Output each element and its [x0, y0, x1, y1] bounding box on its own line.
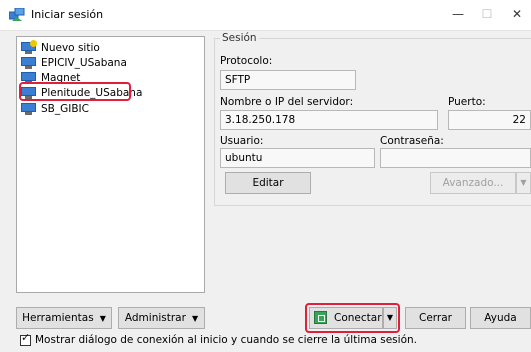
edit-button[interactable]: Editar [225, 172, 311, 194]
chevron-down-icon: ▼ [191, 314, 199, 323]
site-tree[interactable]: Nuevo sitio EPICIV_USabana Magnet Plenit… [16, 36, 205, 293]
host-input[interactable]: 3.18.250.178 [220, 110, 438, 130]
maximize-button[interactable]: ☐ [473, 4, 501, 24]
password-label: Contraseña: [380, 135, 444, 147]
advanced-button[interactable]: Avanzado... [430, 172, 516, 194]
chevron-down-icon: ▼ [99, 314, 106, 323]
site-item-new[interactable]: Nuevo sitio [21, 39, 100, 55]
tools-button-label: Herramientas [22, 312, 94, 324]
site-item-label: EPICIV_USabana [41, 56, 127, 69]
help-button[interactable]: Ayuda [470, 307, 531, 329]
close-button[interactable]: Cerrar [405, 307, 466, 329]
session-legend: Sesión [220, 32, 259, 44]
site-item-label: SB_GIBIC [41, 102, 89, 115]
host-label: Nombre o IP del servidor: [220, 96, 354, 108]
winscp-icon [8, 7, 25, 22]
username-label: Usuario: [220, 135, 264, 147]
window-title: Iniciar sesión [31, 8, 104, 21]
protocol-label: Protocolo: [220, 55, 273, 67]
advanced-dropdown-arrow[interactable]: ▼ [516, 172, 531, 194]
new-site-icon [21, 39, 37, 54]
port-label: Puerto: [448, 96, 486, 108]
minimize-button[interactable]: — [444, 4, 472, 24]
close-window-button[interactable]: ✕ [503, 4, 531, 24]
manage-button-label: Administrar [124, 312, 186, 324]
port-input[interactable]: 22 [448, 110, 531, 130]
computer-icon [21, 102, 36, 115]
password-input[interactable] [380, 148, 531, 168]
site-item-label: Nuevo sitio [41, 41, 100, 54]
checkmark-icon: ✓ [21, 331, 31, 344]
computer-icon [21, 56, 36, 69]
show-dialog-label[interactable]: Mostrar diálogo de conexión al inicio y … [35, 334, 417, 346]
site-item-epiciv[interactable]: EPICIV_USabana [21, 55, 127, 70]
site-item-sb-gibic[interactable]: SB_GIBIC [21, 101, 89, 116]
username-input[interactable]: ubuntu [220, 148, 375, 168]
connect-highlight [305, 303, 400, 333]
selection-highlight [19, 82, 131, 101]
chevron-down-icon: ▼ [520, 178, 527, 187]
tools-button[interactable]: Herramientas ▼ [16, 307, 112, 329]
protocol-select[interactable]: SFTP [220, 70, 356, 90]
manage-button[interactable]: Administrar ▼ [118, 307, 205, 329]
